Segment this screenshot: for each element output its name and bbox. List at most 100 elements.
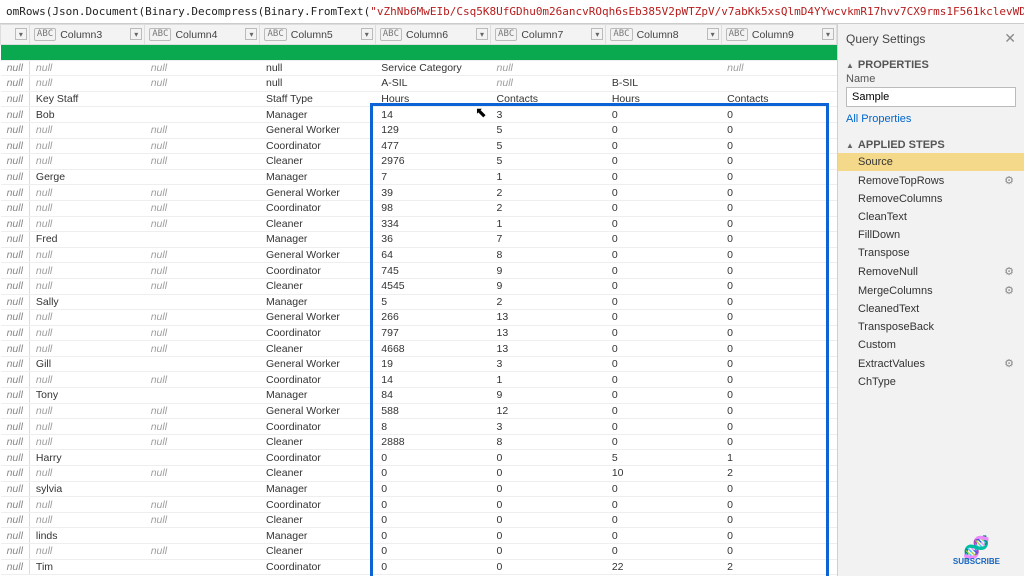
- cell[interactable]: null: [145, 216, 260, 232]
- cell[interactable]: Gerge: [29, 169, 144, 185]
- cell[interactable]: 0: [606, 419, 721, 435]
- table-row[interactable]: nulllindsManager0000: [1, 528, 837, 544]
- cell[interactable]: 1: [491, 372, 606, 388]
- cell[interactable]: 7: [491, 232, 606, 248]
- subscribe-badge[interactable]: 🧬 SUBSCRIBE: [953, 539, 1000, 566]
- cell[interactable]: 5: [375, 294, 490, 310]
- table-row[interactable]: nullKey StaffStaff TypeHoursContactsHour…: [1, 91, 837, 107]
- cell[interactable]: 0: [606, 403, 721, 419]
- cell[interactable]: 0: [721, 544, 836, 560]
- cell[interactable]: 0: [491, 528, 606, 544]
- cell[interactable]: null: [29, 216, 144, 232]
- chevron-down-icon[interactable]: ▾: [476, 28, 488, 40]
- cell[interactable]: 745: [375, 263, 490, 279]
- cell[interactable]: Coordinator: [260, 138, 375, 154]
- table-row[interactable]: nullnullnullCoordinator7971300: [1, 325, 837, 341]
- cell[interactable]: [145, 388, 260, 404]
- column-header[interactable]: ABCColumn6▾: [375, 25, 490, 45]
- table-row[interactable]: nullnullnullCoordinator745900: [1, 263, 837, 279]
- table-row[interactable]: nullnullnullnullA-SILnullB-SIL: [1, 76, 837, 92]
- cell[interactable]: 129: [375, 122, 490, 138]
- cell[interactable]: 3: [491, 107, 606, 123]
- cell[interactable]: 0: [606, 497, 721, 513]
- table-row[interactable]: nullnullnullCleaner2976500: [1, 154, 837, 170]
- cell[interactable]: Fred: [29, 232, 144, 248]
- cell[interactable]: null: [145, 122, 260, 138]
- applied-step[interactable]: Source: [838, 153, 1024, 171]
- cell[interactable]: 39: [375, 185, 490, 201]
- cell[interactable]: 0: [721, 325, 836, 341]
- cell[interactable]: Coordinator: [260, 263, 375, 279]
- cell[interactable]: linds: [29, 528, 144, 544]
- cell[interactable]: Bob: [29, 107, 144, 123]
- cell[interactable]: 0: [721, 434, 836, 450]
- table-row[interactable]: nullGergeManager7100: [1, 169, 837, 185]
- cell[interactable]: null: [145, 372, 260, 388]
- cell[interactable]: [145, 528, 260, 544]
- cell[interactable]: 0: [375, 497, 490, 513]
- cell[interactable]: 0: [606, 107, 721, 123]
- table-row[interactable]: nullnullnullCleaner46681300: [1, 341, 837, 357]
- applied-step[interactable]: RemoveTopRows ⚙: [838, 171, 1024, 190]
- cell[interactable]: Cleaner: [260, 278, 375, 294]
- properties-section[interactable]: ▲ PROPERTIES: [838, 53, 1024, 73]
- cell[interactable]: 0: [721, 154, 836, 170]
- applied-step[interactable]: RemoveNull ⚙: [838, 262, 1024, 281]
- cell[interactable]: 0: [606, 512, 721, 528]
- cell[interactable]: null: [29, 403, 144, 419]
- table-row[interactable]: nullnullnullGeneral Worker64800: [1, 247, 837, 263]
- table-row[interactable]: nullFredManager36700: [1, 232, 837, 248]
- cell[interactable]: 0: [721, 247, 836, 263]
- cell[interactable]: 0: [721, 372, 836, 388]
- cell[interactable]: 4545: [375, 278, 490, 294]
- cell[interactable]: null: [29, 200, 144, 216]
- cell[interactable]: Cleaner: [260, 466, 375, 482]
- cell[interactable]: null: [145, 325, 260, 341]
- cell[interactable]: 0: [721, 263, 836, 279]
- cell[interactable]: null: [145, 185, 260, 201]
- cell[interactable]: 797: [375, 325, 490, 341]
- cell[interactable]: Manager: [260, 528, 375, 544]
- cell[interactable]: 9: [491, 263, 606, 279]
- cell[interactable]: null: [260, 60, 375, 76]
- cell[interactable]: 0: [721, 138, 836, 154]
- cell[interactable]: 13: [491, 341, 606, 357]
- column-header[interactable]: ABCColumn3▾: [29, 25, 144, 45]
- cell[interactable]: null: [29, 497, 144, 513]
- applied-step[interactable]: RemoveColumns: [838, 190, 1024, 208]
- cell[interactable]: 2888: [375, 434, 490, 450]
- cell[interactable]: Cleaner: [260, 341, 375, 357]
- cell[interactable]: null: [29, 372, 144, 388]
- chevron-down-icon[interactable]: ▾: [822, 28, 834, 40]
- table-row[interactable]: nullnullnullCleaner2888800: [1, 434, 837, 450]
- chevron-down-icon[interactable]: ▾: [591, 28, 603, 40]
- table-row[interactable]: nullnullnullGeneral Worker2661300: [1, 310, 837, 326]
- cell[interactable]: 0: [721, 185, 836, 201]
- table-row[interactable]: nullnullnullCoordinator8300: [1, 419, 837, 435]
- applied-step[interactable]: ChType: [838, 373, 1024, 391]
- cell[interactable]: null: [491, 60, 606, 76]
- cell[interactable]: 1: [491, 169, 606, 185]
- cell[interactable]: 0: [606, 528, 721, 544]
- cell[interactable]: Contacts: [721, 91, 836, 107]
- cell[interactable]: 0: [721, 356, 836, 372]
- table-row[interactable]: nullBobManager14300: [1, 107, 837, 123]
- cell[interactable]: 7: [375, 169, 490, 185]
- cell[interactable]: 0: [606, 481, 721, 497]
- cell[interactable]: 0: [375, 528, 490, 544]
- cell[interactable]: null: [145, 466, 260, 482]
- cell[interactable]: Cleaner: [260, 216, 375, 232]
- table-row[interactable]: nullnullnullCoordinator98200: [1, 200, 837, 216]
- cell[interactable]: [145, 294, 260, 310]
- cell[interactable]: 2: [721, 559, 836, 575]
- query-name-input[interactable]: [846, 87, 1016, 107]
- cell[interactable]: 0: [721, 232, 836, 248]
- cell[interactable]: [145, 91, 260, 107]
- cell[interactable]: null: [145, 247, 260, 263]
- cell[interactable]: [145, 481, 260, 497]
- applied-steps-section[interactable]: ▲ APPLIED STEPS: [838, 133, 1024, 153]
- cell[interactable]: 0: [606, 154, 721, 170]
- cell[interactable]: null: [145, 310, 260, 326]
- cell[interactable]: 9: [491, 388, 606, 404]
- cell[interactable]: 22: [606, 559, 721, 575]
